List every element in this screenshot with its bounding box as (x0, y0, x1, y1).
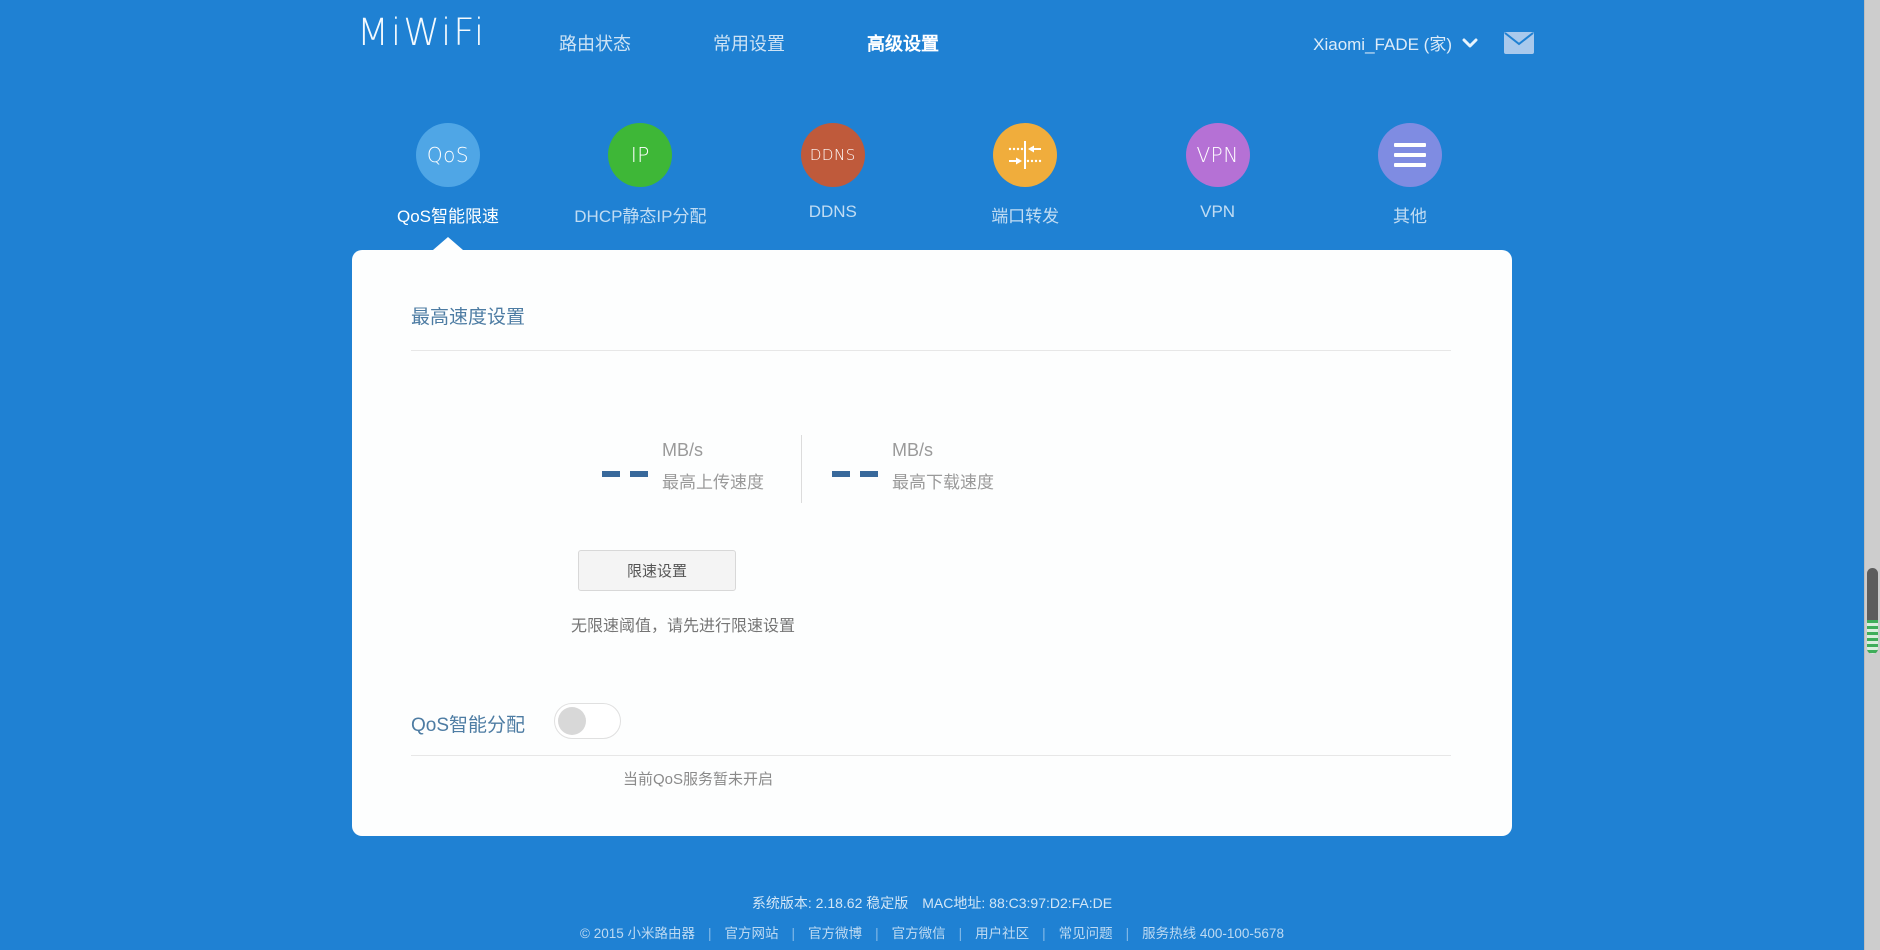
scrollbar-track[interactable] (1864, 0, 1880, 950)
speed-limit-note: 无限速阈值，请先进行限速设置 (571, 612, 795, 636)
download-speed-value (832, 471, 878, 493)
feature-tab-2[interactable]: DDNS DDNS (738, 123, 928, 222)
scrollbar-green-marker (1867, 620, 1878, 654)
qos-icon: QoS (416, 123, 480, 187)
footer-link-3[interactable]: 官方微信 (892, 926, 946, 941)
footer-separator: | (1126, 926, 1130, 941)
section-title-qos: QoS智能分配 (411, 710, 525, 737)
feature-tab-1[interactable]: IP DHCP静态IP分配 (545, 123, 735, 227)
nav-item-2[interactable]: 高级设置 (867, 30, 939, 56)
feature-tab-label: DDNS (738, 202, 928, 222)
feature-tab-0[interactable]: QoS QoS智能限速 (353, 123, 543, 227)
footer-separator: | (792, 926, 796, 941)
main-nav: 路由状态 常用设置 高级设置 (559, 30, 939, 56)
upload-speed-label: 最高上传速度 (662, 468, 764, 493)
feature-tab-label: QoS智能限速 (353, 202, 543, 227)
scrollbar-thumb[interactable] (1867, 568, 1878, 654)
port-forward-icon (993, 123, 1057, 187)
nav-item-0[interactable]: 路由状态 (559, 30, 631, 56)
footer-separator: | (708, 926, 712, 941)
miwifi-logo[interactable]: MiWiFi (357, 11, 486, 54)
speed-row: MB/s 最高上传速度 MB/s 最高下载速度 (352, 440, 1512, 520)
footer-separator: | (875, 926, 879, 941)
divider (411, 350, 1451, 351)
footer-link-4[interactable]: 用户社区 (975, 926, 1029, 941)
footer-link-1[interactable]: 官方网站 (725, 926, 779, 941)
feature-tab-label: 其他 (1315, 202, 1505, 227)
divider (411, 755, 1451, 756)
footer-copyright: © 2015 小米路由器 (580, 926, 695, 941)
footer-separator: | (1042, 926, 1046, 941)
upload-speed-value (602, 471, 648, 493)
upload-speed: MB/s 最高上传速度 (602, 440, 764, 493)
section-title-max-speed: 最高速度设置 (411, 302, 525, 329)
vertical-divider (801, 435, 802, 503)
upload-speed-unit: MB/s (662, 440, 764, 461)
qos-toggle-knob (558, 707, 586, 735)
system-info: 系统版本: 2.18.62 稳定版 MAC地址: 88:C3:97:D2:FA:D… (0, 893, 1864, 913)
ip-icon: IP (608, 123, 672, 187)
footer-link-6[interactable]: 服务热线 400-100-5678 (1142, 926, 1284, 941)
footer-link-5[interactable]: 常见问题 (1059, 926, 1113, 941)
footer-links: © 2015 小米路由器 | 官方网站 | 官方微博 | 官方微信 | 用户社区 | 常见问题 | 服务… (0, 922, 1864, 942)
user-menu[interactable]: Xiaomi_FADE (家) (1313, 30, 1452, 55)
speed-limit-button[interactable]: 限速设置 (578, 550, 736, 591)
system-version: 系统版本: 2.18.62 稳定版 (752, 895, 908, 911)
feature-tab-4[interactable]: VPN VPN (1123, 123, 1313, 222)
footer-separator: | (959, 926, 963, 941)
user-area: Xiaomi_FADE (家) (1313, 30, 1534, 55)
qos-toggle[interactable] (554, 703, 621, 739)
menu-icon (1378, 123, 1442, 187)
feature-tab-label: VPN (1123, 202, 1313, 222)
mac-address: MAC地址: 88:C3:97:D2:FA:DE (922, 895, 1112, 911)
feature-tab-label: DHCP静态IP分配 (545, 202, 735, 227)
page: MiWiFi 路由状态常用设置高级设置 Xiaomi_FADE (家) QoSQ… (0, 0, 1880, 950)
mail-icon[interactable] (1504, 32, 1534, 54)
top-nav-bar: MiWiFi 路由状态 常用设置 高级设置 Xiaomi_FADE (家) (0, 0, 1864, 78)
settings-panel: 最高速度设置 MB/s 最高上传速度 MB/s 最高下载速度 限速设置 无限速阈… (352, 250, 1512, 836)
ddns-icon: DDNS (801, 123, 865, 187)
download-speed-label: 最高下载速度 (892, 468, 994, 493)
vpn-icon: VPN (1186, 123, 1250, 187)
download-speed: MB/s 最高下载速度 (832, 440, 994, 493)
feature-tab-5[interactable]: 其他 (1315, 123, 1505, 227)
panel-pointer-arrow (433, 237, 463, 250)
footer: 系统版本: 2.18.62 稳定版 MAC地址: 88:C3:97:D2:FA:D… (0, 893, 1864, 942)
feature-tab-3[interactable]: 端口转发 (930, 123, 1120, 227)
feature-tab-label: 端口转发 (930, 202, 1120, 227)
qos-status-note: 当前QoS服务暂未开启 (623, 768, 773, 789)
nav-item-1[interactable]: 常用设置 (713, 30, 785, 56)
chevron-down-icon[interactable] (1462, 38, 1478, 48)
footer-link-2[interactable]: 官方微博 (808, 926, 862, 941)
download-speed-unit: MB/s (892, 440, 994, 461)
